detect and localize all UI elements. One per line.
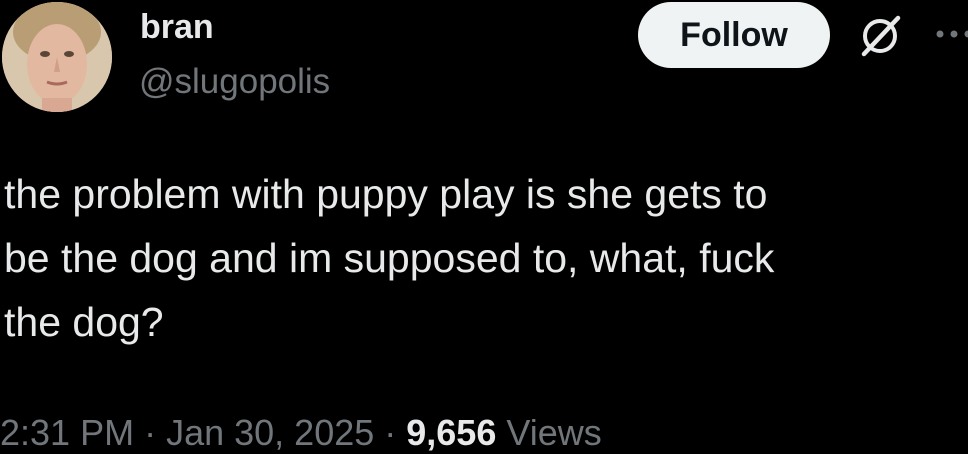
avatar[interactable] [2,2,112,112]
display-name[interactable]: bran [140,8,214,47]
more-options-icon[interactable] [932,24,968,44]
tweet-meta: 2:31 PM · Jan 30, 2025 · 9,656 Views [0,412,602,454]
follow-button[interactable]: Follow [638,2,830,68]
tweet-text-line: be the dog and im supposed to, what, fuc… [4,226,959,290]
user-handle[interactable]: @slugopolis [139,62,330,102]
tweet-card: bran @slugopolis Follow the problem with… [0,0,968,447]
grok-icon[interactable] [858,14,902,58]
avatar-image [2,2,112,112]
tweet-text-line: the dog? [4,290,959,354]
tweet-text-line: the problem with puppy play is she gets … [4,162,959,226]
tweet-text: the problem with puppy play is she gets … [4,162,959,354]
